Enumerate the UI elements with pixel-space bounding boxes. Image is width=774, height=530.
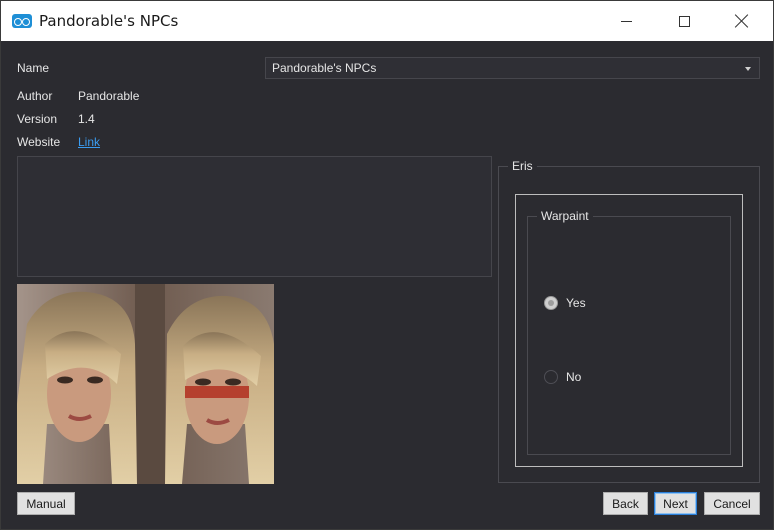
app-icon — [12, 14, 32, 28]
minimize-icon — [620, 20, 632, 22]
preview-image — [17, 284, 274, 484]
maximize-icon — [678, 15, 690, 27]
maximize-button[interactable] — [655, 1, 713, 41]
option-yes[interactable]: Yes — [544, 296, 586, 310]
installer-window: Pandorable's NPCs Name Pandorable's NPCs… — [0, 0, 774, 530]
eris-group-title: Eris — [508, 159, 537, 173]
name-label: Name — [17, 61, 50, 75]
mod-selector-dropdown[interactable]: Pandorable's NPCs — [265, 57, 760, 79]
version-label: Version — [17, 112, 58, 126]
chevron-down-icon — [745, 67, 751, 71]
author-value: Pandorable — [78, 89, 140, 103]
option-yes-label: Yes — [566, 296, 586, 310]
author-label: Author — [17, 89, 53, 103]
close-button[interactable] — [713, 1, 771, 41]
radio-yes[interactable] — [544, 296, 558, 310]
manual-button[interactable]: Manual — [17, 492, 75, 515]
description-box[interactable] — [17, 156, 492, 277]
option-no-label: No — [566, 370, 582, 384]
title-bar[interactable]: Pandorable's NPCs — [1, 1, 773, 41]
version-value: 1.4 — [78, 112, 95, 126]
website-label: Website — [17, 135, 61, 149]
preview-illustration — [17, 284, 274, 484]
next-button[interactable]: Next — [654, 492, 697, 515]
back-button[interactable]: Back — [603, 492, 648, 515]
close-icon — [735, 14, 749, 28]
window-title: Pandorable's NPCs — [39, 12, 179, 30]
warpaint-group: Warpaint — [527, 209, 731, 455]
radio-no[interactable] — [544, 370, 558, 384]
warpaint-group-title: Warpaint — [537, 209, 593, 223]
mod-selector-value: Pandorable's NPCs — [272, 61, 377, 75]
minimize-button[interactable] — [597, 1, 655, 41]
option-no[interactable]: No — [544, 370, 581, 384]
cancel-button[interactable]: Cancel — [704, 492, 760, 515]
website-link[interactable]: Link — [78, 135, 100, 149]
